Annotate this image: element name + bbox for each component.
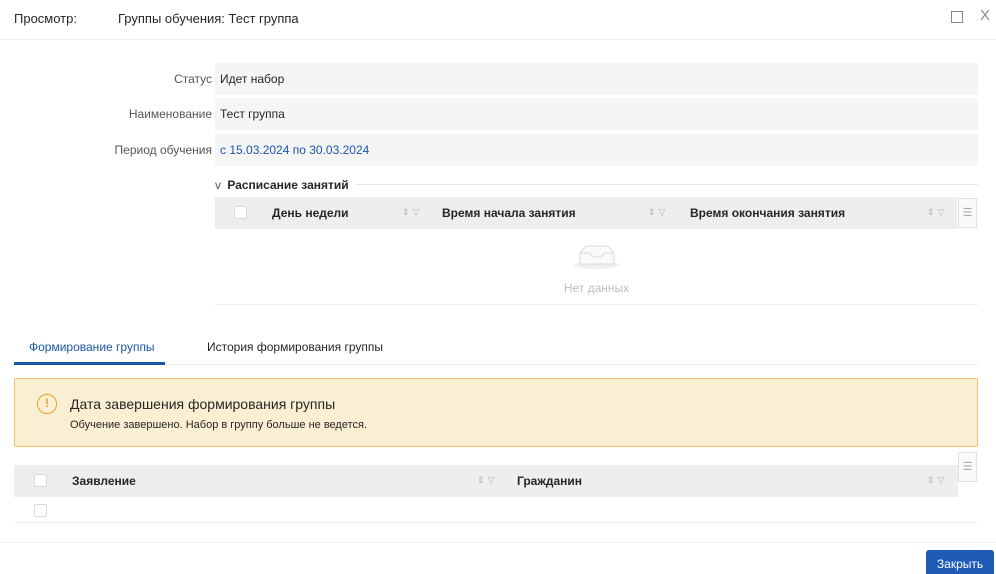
period-label: Период обучения xyxy=(114,143,212,157)
name-label: Наименование xyxy=(128,107,212,121)
dialog-header: Просмотр: Группы обучения: Тест группа X xyxy=(0,0,996,40)
select-all-checkbox[interactable] xyxy=(34,474,47,487)
row-checkbox[interactable] xyxy=(34,504,47,517)
sort-filter-icon[interactable]: ⇕▽ xyxy=(927,207,947,218)
period-value[interactable]: с 15.03.2024 по 30.03.2024 xyxy=(215,134,978,166)
sort-filter-icon[interactable]: ⇕▽ xyxy=(927,475,947,486)
status-value: Идет набор xyxy=(215,63,978,95)
column-header-application[interactable]: Заявление xyxy=(72,474,136,488)
tab-group-formation[interactable]: Формирование группы xyxy=(29,340,155,354)
column-header-citizen[interactable]: Гражданин xyxy=(517,474,582,488)
select-all-checkbox[interactable] xyxy=(234,206,247,219)
status-label: Статус xyxy=(174,72,212,86)
chevron-down-icon: v xyxy=(215,178,221,192)
sort-filter-icon[interactable]: ⇕▽ xyxy=(402,207,422,218)
view-prefix: Просмотр: xyxy=(14,11,77,26)
sort-filter-icon[interactable]: ⇕▽ xyxy=(477,475,497,486)
column-header-end-time[interactable]: Время окончания занятия xyxy=(690,206,845,220)
section-divider xyxy=(355,184,978,185)
column-header-start-time[interactable]: Время начала занятия xyxy=(442,206,576,220)
dialog-title: Группы обучения: Тест группа xyxy=(118,11,299,26)
field-name: Наименование Тест группа xyxy=(0,98,978,130)
column-header-weekday[interactable]: День недели xyxy=(272,206,349,220)
schedule-section-toggle[interactable]: v Расписание занятий xyxy=(215,178,349,192)
alert-text: Обучение завершено. Набор в группу больш… xyxy=(70,419,368,431)
table-row[interactable] xyxy=(14,497,978,523)
active-tab-indicator xyxy=(14,362,165,365)
schedule-empty-state: Нет данных xyxy=(215,229,978,305)
close-button[interactable]: Закрыть xyxy=(926,550,994,574)
field-period: Период обучения с 15.03.2024 по 30.03.20… xyxy=(0,134,978,166)
close-icon[interactable]: X xyxy=(980,7,990,25)
column-settings-icon[interactable]: ☰ xyxy=(958,452,977,482)
dialog-footer: Закрыть xyxy=(0,542,996,574)
maximize-icon[interactable] xyxy=(951,11,963,23)
name-value: Тест группа xyxy=(215,98,978,130)
empty-inbox-icon xyxy=(574,245,620,269)
warning-alert: ! Дата завершения формирования группы Об… xyxy=(14,378,978,447)
tab-formation-history[interactable]: История формирования группы xyxy=(207,340,383,354)
warning-icon: ! xyxy=(37,394,57,414)
schedule-title: Расписание занятий xyxy=(227,178,349,192)
column-settings-icon[interactable]: ☰ xyxy=(958,198,977,228)
alert-title: Дата завершения формирования группы xyxy=(70,396,336,412)
empty-text: Нет данных xyxy=(563,281,630,295)
applications-table-header: Заявление ⇕▽ Гражданин ⇕▽ xyxy=(14,465,958,497)
tab-bar: Формирование группы История формирования… xyxy=(14,328,978,365)
schedule-table-header: День недели ⇕▽ Время начала занятия ⇕▽ В… xyxy=(215,197,957,229)
sort-filter-icon[interactable]: ⇕▽ xyxy=(648,207,668,218)
field-status: Статус Идет набор xyxy=(0,63,978,95)
